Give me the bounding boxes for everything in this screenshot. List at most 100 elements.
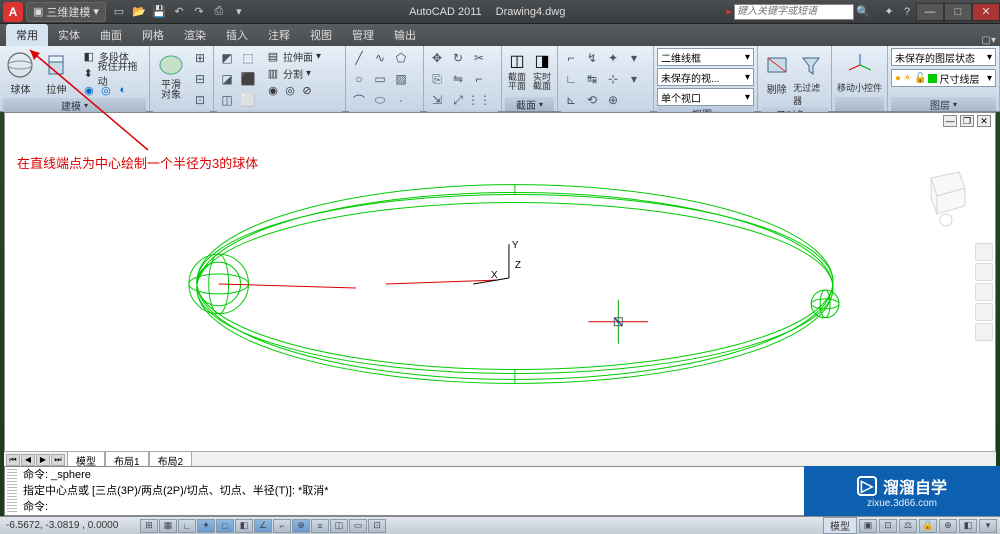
viewcube[interactable]	[919, 158, 973, 228]
point-icon[interactable]: ·	[391, 90, 411, 110]
polar-toggle[interactable]: ✦	[197, 519, 215, 533]
nav-more-icon[interactable]	[975, 323, 993, 341]
tab-last-icon[interactable]: ⏭	[51, 454, 65, 466]
nav-zoom-icon[interactable]	[975, 283, 993, 301]
nav-orbit-icon[interactable]	[975, 303, 993, 321]
se-4[interactable]: ⬚	[238, 48, 258, 68]
ucs-8[interactable]: ⊹	[603, 69, 623, 89]
doc-min-icon[interactable]: —	[943, 115, 957, 127]
hatch-icon[interactable]: ▨	[391, 69, 411, 89]
nav-wheel-icon[interactable]	[975, 243, 993, 261]
status-r5[interactable]: ⊕	[939, 519, 957, 533]
extrudeface-button[interactable]: ▤拉伸面 ▾	[263, 48, 324, 64]
stretch-icon[interactable]: ⇲	[427, 90, 447, 110]
se-6[interactable]: ⬜	[238, 90, 258, 110]
qat-more-icon[interactable]: ▾	[230, 3, 248, 21]
poly-icon[interactable]: ⬠	[391, 48, 411, 68]
tab-first-icon[interactable]: ⏮	[6, 454, 20, 466]
livesection-button[interactable]: ◨ 实时 截面	[530, 48, 554, 91]
panel-section-label[interactable]: 截面▾	[505, 97, 554, 111]
separate-button[interactable]: ▥分割 ▾	[263, 65, 324, 81]
se-row3[interactable]: ◉◎⊘	[263, 82, 324, 98]
search-input[interactable]	[734, 4, 854, 20]
tab-prev-icon[interactable]: ◀	[21, 454, 35, 466]
tab-render[interactable]: 渲染	[174, 24, 216, 46]
status-r7[interactable]: ▾	[979, 519, 997, 533]
tab-annotate[interactable]: 注释	[258, 24, 300, 46]
ucs-9[interactable]: ⊕	[603, 90, 623, 110]
sectionplane-button[interactable]: ◫ 截面 平面	[505, 48, 529, 91]
status-r4[interactable]: 🔒	[919, 519, 937, 533]
ucs-7[interactable]: ✦	[603, 48, 623, 68]
ucs-3[interactable]: ⊾	[561, 90, 581, 110]
modelspace-button[interactable]: 模型	[823, 517, 857, 534]
open-icon[interactable]: 📂	[130, 3, 148, 21]
tab-home[interactable]: 常用	[6, 24, 48, 46]
ucs-4[interactable]: ↯	[582, 48, 602, 68]
rect-icon[interactable]: ▭	[370, 69, 390, 89]
tab-manage[interactable]: 管理	[342, 24, 384, 46]
mesh-more-1[interactable]: ⊞	[190, 48, 210, 68]
mirror-icon[interactable]: ⇋	[448, 69, 468, 89]
ucs-6[interactable]: ⟲	[582, 90, 602, 110]
viewport-dropdown[interactable]: 单个视口▾	[657, 88, 754, 106]
lwt-toggle[interactable]: ≡	[311, 519, 329, 533]
status-r6[interactable]: ◧	[959, 519, 977, 533]
maximize-button[interactable]: □	[944, 3, 972, 21]
layer-dropdown[interactable]: ● ☀ 🔓 尺寸线层 ▾	[891, 69, 996, 87]
gizmo-button[interactable]: 移动小控件	[835, 48, 884, 94]
visualstyle-dropdown[interactable]: 二维线框▾	[657, 48, 754, 66]
sc-toggle[interactable]: ⊡	[368, 519, 386, 533]
status-r1[interactable]: ▣	[859, 519, 877, 533]
nav-pan-icon[interactable]	[975, 263, 993, 281]
ucs-5[interactable]: ↹	[582, 69, 602, 89]
snap-toggle[interactable]: ⊞	[140, 519, 158, 533]
viewpreset-dropdown[interactable]: 未保存的视...▾	[657, 68, 754, 86]
layerstate-dropdown[interactable]: 未保存的图层状态▾	[891, 48, 996, 66]
ellipse-icon[interactable]: ⬭	[370, 90, 390, 110]
doc-max-icon[interactable]: ❐	[960, 115, 974, 127]
ucs-10[interactable]: ▾	[624, 48, 644, 68]
otrack-toggle[interactable]: ∠	[254, 519, 272, 533]
ucs-2[interactable]: ∟	[561, 69, 581, 89]
se-3[interactable]: ◫	[217, 90, 237, 110]
line-icon[interactable]: ╱	[349, 48, 369, 68]
copy-icon[interactable]: ⎘	[427, 69, 447, 89]
save-icon[interactable]: 💾	[150, 3, 168, 21]
undo-icon[interactable]: ↶	[170, 3, 188, 21]
panel-layers-label[interactable]: 图层▾	[891, 97, 996, 111]
cull-button[interactable]: 剔除	[761, 48, 792, 96]
qp-toggle[interactable]: ▭	[349, 519, 367, 533]
trim-icon[interactable]: ✂	[469, 48, 489, 68]
annoscale-icon[interactable]: ⚖	[899, 519, 917, 533]
tab-next-icon[interactable]: ▶	[36, 454, 50, 466]
print-icon[interactable]: ⎙	[210, 3, 228, 21]
move-icon[interactable]: ✥	[427, 48, 447, 68]
arc-icon[interactable]: ⌒	[349, 90, 369, 110]
close-button[interactable]: ✕	[972, 3, 1000, 21]
nav-bar[interactable]	[975, 243, 993, 341]
grid-toggle[interactable]: ▦	[159, 519, 177, 533]
nofilter-button[interactable]: 无过滤器	[793, 48, 828, 107]
tpy-toggle[interactable]: ◫	[330, 519, 348, 533]
workspace-menu[interactable]: ▣ 三维建模 ▾	[26, 2, 106, 22]
array-icon[interactable]: ⋮⋮	[469, 90, 489, 110]
ducs-toggle[interactable]: ⌐	[273, 519, 291, 533]
status-r2[interactable]: ⊡	[879, 519, 897, 533]
rotate-icon[interactable]: ↻	[448, 48, 468, 68]
new-icon[interactable]: ▭	[110, 3, 128, 21]
fillet-icon[interactable]: ⌐	[469, 69, 489, 89]
circle-icon[interactable]: ○	[349, 69, 369, 89]
tab-surface[interactable]: 曲面	[90, 24, 132, 46]
extrude-button[interactable]: 拉伸	[39, 48, 74, 96]
scale-icon[interactable]: ⤢	[448, 90, 468, 110]
osnap-toggle[interactable]: □	[216, 519, 234, 533]
se-2[interactable]: ◪	[217, 69, 237, 89]
tab-output[interactable]: 输出	[384, 24, 426, 46]
tab-solid[interactable]: 实体	[48, 24, 90, 46]
pline-icon[interactable]: ∿	[370, 48, 390, 68]
search-btn-icon[interactable]: 🔍	[854, 3, 872, 21]
modeling-more[interactable]: ◉◎◐	[79, 82, 146, 98]
panel-modeling-label[interactable]: 建模▾	[3, 98, 146, 112]
mesh-more-2[interactable]: ⊟	[190, 69, 210, 89]
